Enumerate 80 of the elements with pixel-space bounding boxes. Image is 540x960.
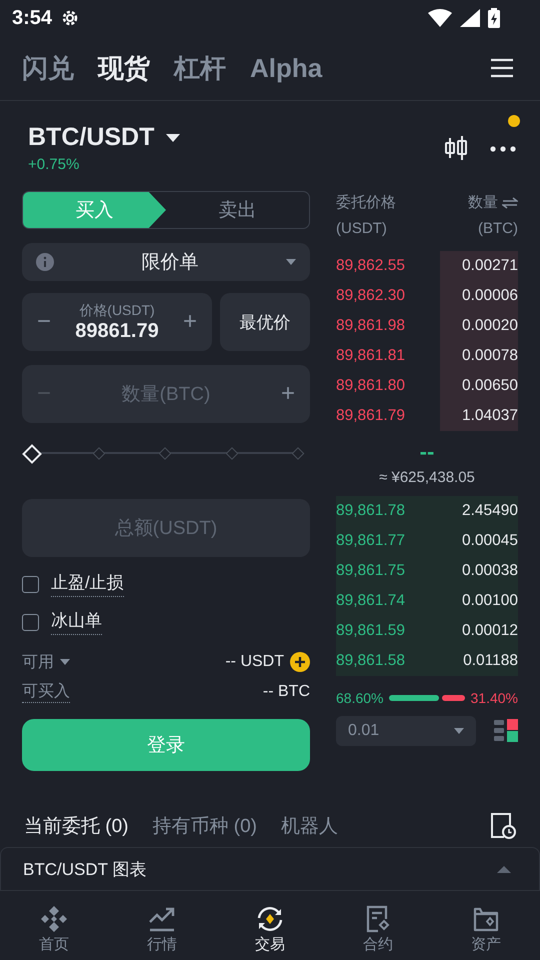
candlestick-icon[interactable] — [444, 135, 468, 161]
bid-amount: 0.00045 — [462, 532, 518, 550]
bid-price[interactable]: 89,861.75 — [336, 562, 405, 580]
bid-price[interactable]: 89,861.59 — [336, 622, 405, 640]
ask-amount: 0.00078 — [462, 347, 518, 365]
nav-item[interactable]: 资产 — [432, 905, 540, 960]
mode-tab[interactable]: Alpha — [250, 52, 322, 84]
bid-amount: 0.01188 — [463, 652, 518, 670]
ask-price[interactable]: 89,861.80 — [336, 377, 405, 395]
trend-chart-icon — [148, 905, 176, 933]
best-price-button[interactable]: 最优价 — [220, 293, 310, 351]
orders-tab[interactable]: 持有币种 (0) — [152, 813, 257, 839]
price-field[interactable]: − 价格(USDT) 89861.79 + — [22, 293, 212, 351]
plus-icon[interactable] — [290, 652, 310, 672]
amount-header: 数量 — [468, 193, 498, 212]
checkbox[interactable] — [22, 614, 39, 630]
order-type-select[interactable]: 限价单 — [22, 243, 310, 281]
info-icon — [36, 253, 54, 271]
battery-icon — [488, 8, 500, 28]
diamond-logo-icon — [40, 905, 68, 933]
ask-amount: 0.00271 — [462, 257, 518, 275]
order-history-icon[interactable] — [490, 812, 516, 840]
nav-item[interactable]: 首页 — [0, 905, 108, 960]
nav-item[interactable]: 合约 — [324, 905, 432, 960]
amount-field[interactable]: − 数量(BTC) + — [22, 365, 310, 423]
bid-amount: 0.00012 — [462, 622, 518, 640]
menu-icon[interactable] — [490, 58, 514, 78]
signal-icon — [460, 9, 480, 27]
ask-price[interactable]: 89,862.30 — [336, 287, 405, 305]
buyable-value: -- BTC — [262, 683, 310, 701]
nav-item[interactable]: 交易 — [216, 905, 324, 960]
bid-price[interactable]: 89,861.58 — [336, 652, 405, 670]
wifi-icon — [428, 9, 452, 27]
ask-amount: 0.00020 — [462, 317, 518, 335]
bid-price[interactable]: 89,861.78 — [336, 502, 405, 520]
chart-title: BTC/USDT 图表 — [23, 858, 146, 880]
fiat-price: ≈ ¥625,438.05 — [378, 469, 476, 486]
ask-price[interactable]: 89,861.98 — [336, 317, 405, 335]
swap-icon[interactable] — [502, 196, 518, 208]
available-label[interactable]: 可用 — [22, 652, 54, 672]
ask-price[interactable]: 89,862.55 — [336, 257, 405, 275]
amount-unit: (BTC) — [478, 220, 518, 237]
option-label[interactable]: 止盈/止损 — [51, 571, 124, 597]
book-layout-icon[interactable] — [494, 719, 518, 743]
last-price: -- — [418, 439, 436, 465]
pair-selector[interactable]: BTC/USDT — [28, 123, 154, 152]
sell-tab[interactable]: 卖出 — [166, 192, 309, 228]
ask-amount: 1.04037 — [462, 407, 518, 425]
status-time: 3:54 — [12, 6, 52, 30]
nav-item[interactable]: 行情 — [108, 905, 216, 960]
orders-tab[interactable]: 当前委托 (0) — [24, 813, 128, 839]
bid-amount: 0.00100 — [462, 592, 518, 610]
bid-amount: 0.00038 — [462, 562, 518, 580]
bid-price[interactable]: 89,861.74 — [336, 592, 405, 610]
price-change: +0.75% — [28, 156, 80, 173]
price-unit: (USDT) — [336, 220, 388, 237]
orders-tab[interactable]: 机器人 — [281, 813, 338, 839]
precision-select[interactable]: 0.01 — [336, 716, 476, 746]
buy-ratio: 68.60% — [336, 690, 384, 706]
ask-price[interactable]: 89,861.81 — [336, 347, 405, 365]
wallet-icon — [472, 905, 500, 933]
checkbox[interactable] — [22, 576, 39, 592]
chart-bar[interactable]: BTC/USDT 图表 — [0, 847, 540, 890]
mode-tab[interactable]: 闪兑 — [22, 50, 74, 86]
document-icon — [365, 905, 391, 933]
caret-icon — [286, 259, 296, 265]
ask-amount: 0.00006 — [462, 287, 518, 305]
available-value: -- USDT — [225, 653, 284, 671]
mode-tab[interactable]: 现货 — [98, 50, 150, 86]
bid-price[interactable]: 89,861.77 — [336, 532, 405, 550]
sell-ratio: 31.40% — [470, 690, 518, 706]
price-header: 委托价格 — [336, 193, 396, 212]
mode-tab[interactable]: 杠杆 — [174, 50, 226, 86]
option-label[interactable]: 冰山单 — [51, 609, 102, 635]
more-icon[interactable] — [490, 146, 516, 152]
ask-amount: 0.00650 — [462, 377, 518, 395]
buyable-label: 可买入 — [22, 681, 70, 703]
ask-price[interactable]: 89,861.79 — [336, 407, 405, 425]
bid-amount: 2.45490 — [462, 502, 518, 520]
expand-icon[interactable] — [497, 866, 511, 872]
